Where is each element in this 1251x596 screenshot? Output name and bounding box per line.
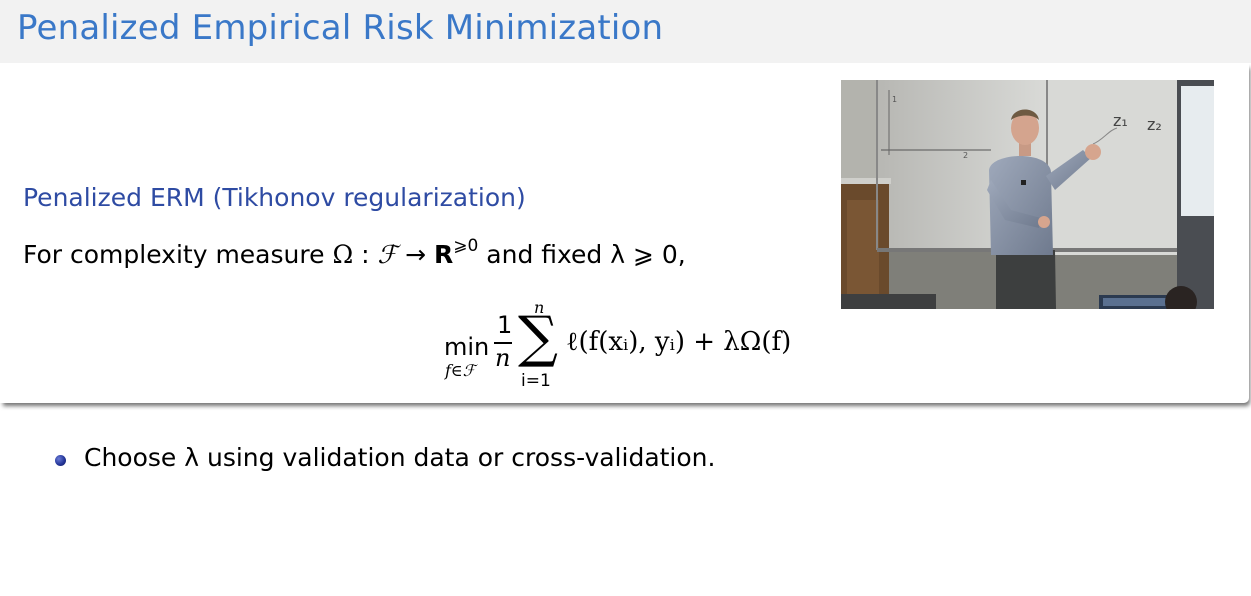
- lecture-video-image: 1 z₁ z₂ 2: [841, 80, 1214, 309]
- colon: :: [353, 240, 378, 269]
- reals-superscript: ⩾0: [453, 236, 479, 256]
- arrow-symbol: →: [397, 240, 434, 269]
- penalized-erm-equation: min f∈ℱ 1 n n ∑ i=1 ℓ(f(xᵢ), yᵢ) + λΩ(f): [444, 298, 844, 395]
- eq-body: ℓ(f(xᵢ), yᵢ) + λΩ(f): [566, 327, 792, 357]
- eq-min: min: [444, 333, 490, 361]
- board-mark-z1: z₁: [1113, 111, 1128, 130]
- eq-min-subscript: f∈ℱ: [445, 361, 476, 380]
- slide-title: Penalized Empirical Risk Minimization: [17, 8, 664, 48]
- board-mark-2: 2: [963, 151, 968, 160]
- definition-line: For complexity measure Ω : ℱ → R⩾0 and f…: [23, 236, 686, 269]
- lecture-video-frame[interactable]: 1 z₁ z₂ 2: [841, 80, 1214, 309]
- definition-prefix: For complexity measure: [23, 240, 333, 269]
- omega-symbol: Ω: [332, 240, 354, 269]
- board-mark-z2: z₂: [1147, 115, 1162, 134]
- block-title: Penalized ERM (Tikhonov regularization): [23, 183, 526, 212]
- definition-suffix: and fixed λ ⩾ 0,: [478, 240, 686, 269]
- slide-title-bar: Penalized Empirical Risk Minimization: [0, 0, 1251, 63]
- function-class-symbol: ℱ: [377, 240, 398, 269]
- bullet-icon: [55, 455, 66, 466]
- eq-fraction-denominator: n: [495, 344, 511, 372]
- eq-sum-symbol: ∑: [518, 305, 558, 370]
- reals-symbol: R: [434, 240, 454, 269]
- eq-fraction-numerator: 1: [497, 311, 513, 339]
- eq-sum-lower: i=1: [521, 371, 551, 391]
- bullet-text: Choose λ using validation data or cross-…: [84, 443, 716, 472]
- board-mark-1: 1: [892, 95, 897, 104]
